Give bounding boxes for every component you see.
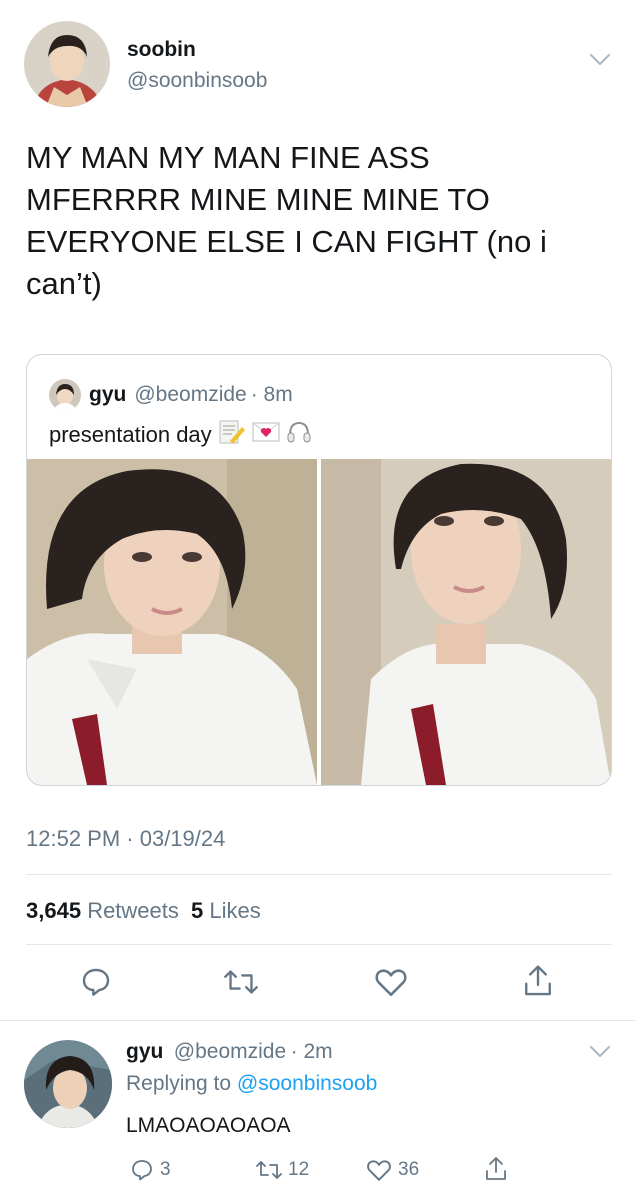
replying-to: Replying to @soonbinsoob bbox=[126, 1072, 377, 1096]
chevron-down-icon[interactable] bbox=[588, 1044, 612, 1065]
quoted-tweet-text-row: presentation day bbox=[49, 419, 312, 451]
reply-header: gyu @beomzide · 2m bbox=[126, 1040, 333, 1064]
reply-author-avatar[interactable] bbox=[24, 1040, 112, 1128]
quoted-author-avatar bbox=[49, 379, 81, 411]
reply-icon bbox=[82, 968, 110, 996]
quoted-author-name: gyu bbox=[89, 383, 127, 406]
heart-icon bbox=[367, 1160, 391, 1181]
quoted-tweet-time: · 8m bbox=[250, 383, 293, 406]
retweet-icon bbox=[256, 1161, 282, 1179]
reply-author-name[interactable]: gyu bbox=[126, 1040, 163, 1063]
reply-button[interactable] bbox=[80, 966, 112, 1003]
share-icon bbox=[486, 1157, 506, 1180]
divider bbox=[26, 874, 612, 875]
tweet-text: MY MAN MY MAN FINE ASS MFERRRR MINE MINE… bbox=[26, 140, 547, 301]
retweet-button[interactable] bbox=[224, 966, 258, 1003]
reply-text: LMAOAOAOAOA bbox=[126, 1114, 291, 1137]
share-icon bbox=[525, 965, 551, 996]
thread-divider bbox=[0, 1020, 636, 1021]
author-name[interactable]: soobin bbox=[127, 38, 196, 62]
reply-like-button[interactable]: 36 bbox=[366, 1158, 419, 1182]
replying-to-handle[interactable]: @soonbinsoob bbox=[237, 1072, 377, 1095]
replying-to-label: Replying to bbox=[126, 1072, 232, 1095]
retweets-count[interactable]: 3,645 bbox=[26, 898, 81, 923]
quoted-tweet-card[interactable]: gyu @beomzide · 8m presentation day bbox=[26, 354, 612, 786]
reply-like-count: 36 bbox=[398, 1159, 420, 1180]
quoted-author-handle: @beomzide bbox=[134, 383, 247, 406]
author-handle[interactable]: @soonbinsoob bbox=[127, 69, 267, 93]
likes-count[interactable]: 5 bbox=[191, 898, 203, 923]
tweet-stats: 3,645 Retweets 5 Likes bbox=[26, 898, 261, 924]
share-button[interactable] bbox=[522, 964, 554, 1003]
headphones-icon bbox=[286, 419, 312, 451]
author-avatar[interactable] bbox=[24, 21, 110, 107]
photo-left[interactable] bbox=[27, 459, 317, 785]
quoted-tweet-photos bbox=[27, 459, 611, 785]
reply-author-handle[interactable]: @beomzide bbox=[174, 1040, 286, 1063]
chevron-down-icon[interactable] bbox=[588, 52, 612, 73]
like-button[interactable] bbox=[374, 966, 408, 1003]
likes-label[interactable]: Likes bbox=[209, 898, 260, 923]
reply-retweet-button[interactable]: 12 bbox=[256, 1158, 309, 1182]
quoted-tweet-header: gyu @beomzide · 8m bbox=[49, 377, 293, 413]
tweet-timestamp[interactable]: 12:52 PM · 03/19/24 bbox=[26, 826, 225, 852]
retweet-icon bbox=[224, 970, 258, 994]
reply-retweet-count: 12 bbox=[288, 1159, 310, 1180]
heart-icon bbox=[375, 969, 407, 997]
reply-icon bbox=[132, 1160, 152, 1181]
photo-right[interactable] bbox=[321, 459, 611, 785]
reply-time: · 2m bbox=[290, 1040, 333, 1063]
memo-icon bbox=[218, 419, 246, 451]
love-letter-icon bbox=[252, 421, 280, 449]
reply-reply-button[interactable]: 3 bbox=[130, 1158, 171, 1182]
quoted-tweet-text: presentation day bbox=[49, 422, 212, 447]
reply-share-button[interactable] bbox=[484, 1156, 508, 1182]
retweets-label[interactable]: Retweets bbox=[87, 898, 179, 923]
divider bbox=[26, 944, 612, 945]
reply-reply-count: 3 bbox=[160, 1159, 171, 1180]
